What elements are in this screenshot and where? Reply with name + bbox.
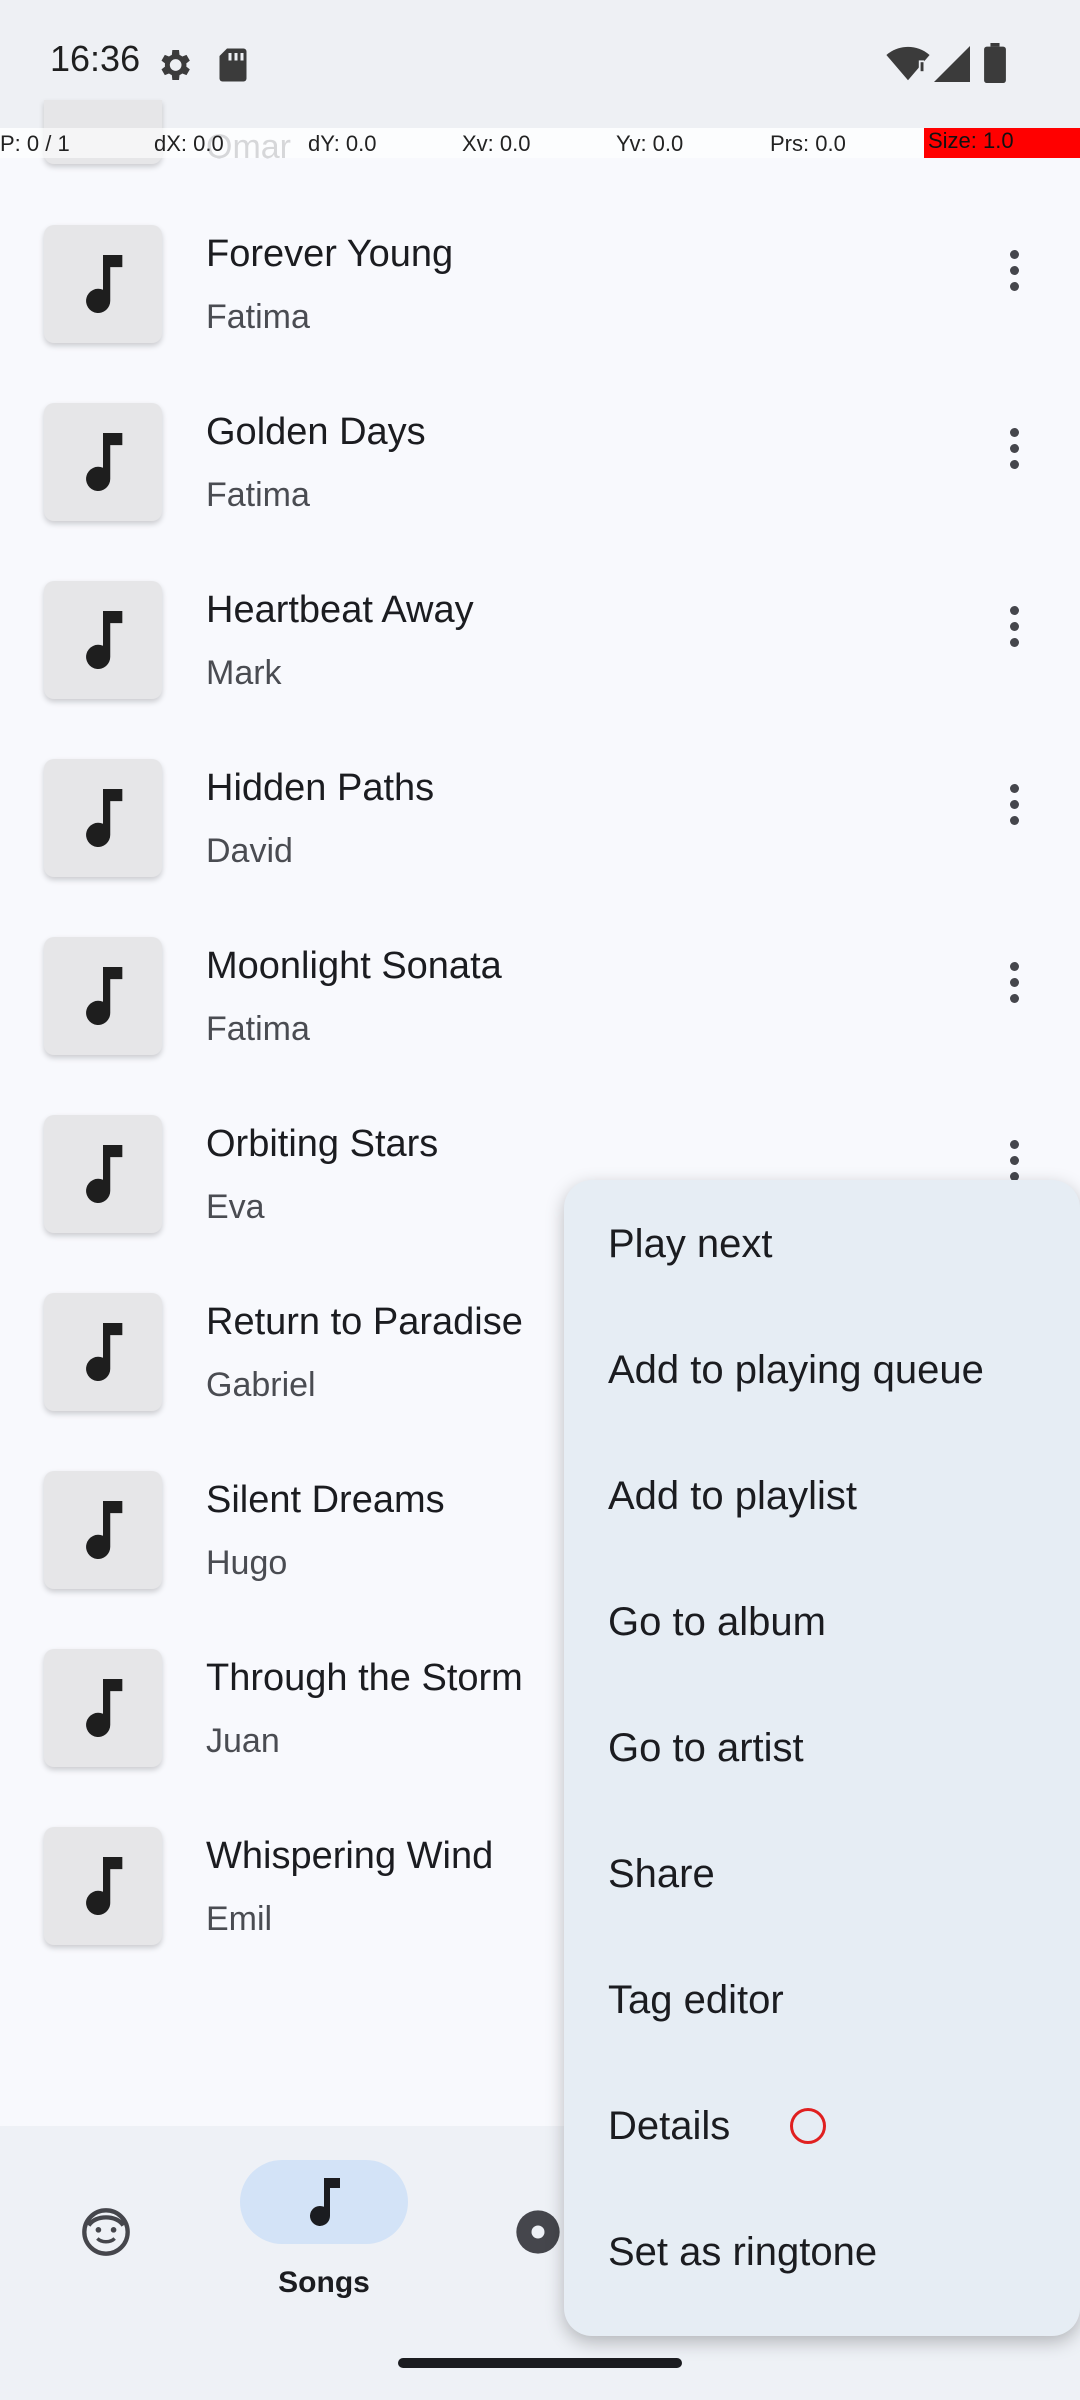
menu-item-add-to-queue[interactable]: Add to playing queue (564, 1308, 1080, 1434)
music-note-icon (86, 967, 123, 1025)
album-thumbnail (44, 759, 162, 877)
menu-item-details[interactable]: Details (564, 2064, 1080, 2190)
debug-pressure: Prs: 0.0 (770, 131, 846, 156)
music-note-icon (86, 433, 123, 491)
song-artist: Fatima (206, 476, 310, 514)
debug-size: Size: 1.0 (924, 128, 1080, 158)
music-note-icon (86, 1679, 123, 1737)
debug-yv: Yv: 0.0 (616, 131, 684, 156)
menu-item-label: Set as ringtone (608, 2230, 878, 2274)
album-thumbnail (44, 1827, 162, 1945)
song-title: Heartbeat Away (206, 589, 474, 631)
song-title: Return to Paradise (206, 1301, 523, 1343)
album-thumbnail (44, 225, 162, 343)
song-artist: Gabriel (206, 1366, 316, 1404)
album-thumbnail (44, 1471, 162, 1589)
song-artist: Mark (206, 654, 282, 692)
menu-item-play-next[interactable]: Play next (564, 1182, 1080, 1308)
music-note-icon (86, 1323, 123, 1381)
music-note-icon (86, 255, 123, 313)
song-title: Silent Dreams (206, 1479, 445, 1521)
song-title: Forever Young (206, 233, 454, 275)
menu-item-label: Add to playing queue (608, 1348, 984, 1392)
album-thumbnail (44, 403, 162, 521)
more-options-icon[interactable] (996, 596, 1032, 656)
song-title: Golden Days (206, 411, 426, 453)
more-options-icon[interactable] (996, 240, 1032, 300)
song-artist: Juan (206, 1722, 280, 1760)
song-title: Through the Storm (206, 1657, 523, 1699)
menu-item-add-to-playlist[interactable]: Add to playlist (564, 1434, 1080, 1560)
album-thumbnail (44, 937, 162, 1055)
more-options-icon[interactable] (996, 774, 1032, 834)
debug-xv: Xv: 0.0 (462, 131, 531, 156)
menu-item-label: Tag editor (608, 1978, 784, 2022)
debug-pointer-count: P: 0 / 1 (0, 131, 70, 156)
music-note-icon (86, 611, 123, 669)
song-artist: David (206, 832, 293, 870)
tab-songs-label[interactable]: Songs (240, 2266, 408, 2300)
album-thumbnail (44, 1115, 162, 1233)
music-note-icon (86, 1857, 123, 1915)
song-title: Whispering Wind (206, 1835, 494, 1877)
menu-item-share[interactable]: Share (564, 1812, 1080, 1938)
menu-item-label: Share (608, 1852, 715, 1896)
list-item[interactable]: Forever Young Fatima (0, 200, 1080, 378)
menu-item-go-to-album[interactable]: Go to album (564, 1560, 1080, 1686)
list-item[interactable]: Heartbeat Away Mark (0, 556, 1080, 734)
artist-face-icon[interactable] (80, 2206, 132, 2258)
song-title: Orbiting Stars (206, 1123, 439, 1165)
menu-item-label: Go to artist (608, 1726, 804, 1770)
home-gesture-bar[interactable] (398, 2358, 682, 2368)
song-artist: Fatima (206, 298, 310, 336)
album-thumbnail (44, 1293, 162, 1411)
more-options-icon[interactable] (996, 952, 1032, 1012)
menu-item-label: Add to playlist (608, 1474, 858, 1518)
album-thumbnail (44, 1649, 162, 1767)
list-item[interactable]: Golden Days Fatima (0, 378, 1080, 556)
album-thumbnail (44, 581, 162, 699)
music-note-icon (310, 2178, 340, 2226)
list-item[interactable]: Moonlight Sonata Fatima (0, 912, 1080, 1090)
touch-indicator-icon (790, 2108, 826, 2144)
menu-item-label: Play next (608, 1222, 773, 1266)
song-artist: Hugo (206, 1544, 288, 1582)
debug-dy: dY: 0.0 (308, 131, 377, 156)
song-context-menu: Play next Add to playing queue Add to pl… (564, 1180, 1080, 2336)
song-artist: Fatima (206, 1010, 310, 1048)
debug-dx: dX: 0.0 (154, 131, 224, 156)
song-artist: Eva (206, 1188, 265, 1226)
song-artist: Emil (206, 1900, 273, 1938)
song-title: Hidden Paths (206, 767, 435, 809)
music-note-icon (86, 1145, 123, 1203)
album-disc-icon[interactable] (512, 2206, 564, 2258)
list-item[interactable]: Hidden Paths David (0, 734, 1080, 912)
song-title: Moonlight Sonata (206, 945, 502, 987)
music-note-icon (86, 789, 123, 847)
menu-item-tag-editor[interactable]: Tag editor (564, 1938, 1080, 2064)
menu-item-label: Go to album (608, 1600, 826, 1644)
menu-item-set-as-ringtone[interactable]: Set as ringtone (564, 2190, 1080, 2316)
more-options-icon[interactable] (996, 418, 1032, 478)
pointer-debug-overlay: P: 0 / 1 dX: 0.0 dY: 0.0 Xv: 0.0 Yv: 0.0… (0, 128, 1080, 158)
menu-item-label: Details (608, 2104, 731, 2148)
menu-item-go-to-artist[interactable]: Go to artist (564, 1686, 1080, 1812)
music-note-icon (86, 1501, 123, 1559)
